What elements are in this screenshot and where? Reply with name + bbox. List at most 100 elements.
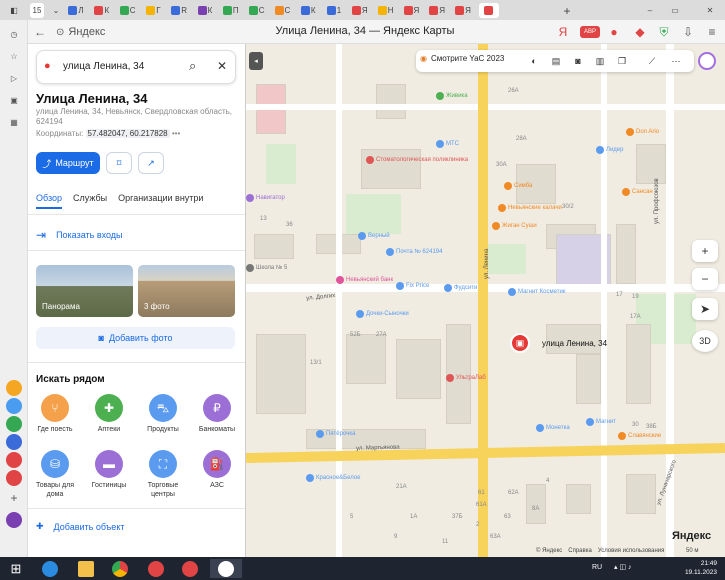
settings-menu-icon[interactable]: ≡ [704, 24, 720, 40]
map-poi[interactable]: Сансан [622, 188, 653, 196]
photos-thumbnail[interactable]: 3 фото [138, 265, 235, 317]
downloads-icon[interactable]: ⇩ [680, 24, 696, 40]
yandex-icon[interactable]: Я [555, 24, 571, 40]
search-box[interactable]: ● улица Ленина, 34 ⌕ ✕ [36, 50, 236, 84]
route-button[interactable]: ⤴ Маршрут [36, 152, 100, 174]
nearby-category[interactable]: ⛽ АЗС [190, 450, 244, 490]
more-icon[interactable]: ⋯ [670, 55, 682, 67]
map-poi[interactable]: Магнит Косметик [508, 288, 566, 296]
nearby-category[interactable]: ⑂ Где поесть [28, 394, 82, 434]
map-poi[interactable]: Почта № 624194 [386, 248, 442, 256]
traffic-icon[interactable]: ▤ [550, 55, 562, 67]
browser-tab[interactable]: Я [427, 3, 447, 18]
map-poi[interactable]: Монетка [536, 424, 570, 432]
maps-icon[interactable] [6, 452, 22, 468]
add-object-link[interactable]: ✚ Добавить объект [36, 521, 124, 532]
extension-icon[interactable]: ◆ [632, 24, 648, 40]
map-poi[interactable]: Славянские [618, 432, 661, 440]
panorama-icon[interactable]: ◙ [572, 55, 584, 67]
search-icon[interactable]: ⌕ [189, 58, 196, 74]
browser-tab[interactable]: Я [350, 3, 370, 18]
nearby-category[interactable]: ₽ Банкоматы [190, 394, 244, 434]
map-poi[interactable]: Фудсити [444, 284, 477, 292]
map-poi[interactable]: Навигатор [246, 194, 285, 202]
map-poi[interactable]: Симба [504, 182, 532, 190]
search-input[interactable]: улица Ленина, 34 [63, 61, 144, 72]
ie-icon[interactable] [36, 559, 64, 578]
restore-icon[interactable]: ▭ [665, 3, 685, 18]
location-pin-marker[interactable]: ▣ [510, 333, 530, 353]
messenger-icon[interactable] [6, 434, 22, 450]
nearby-category[interactable]: ▬ Гостиницы [82, 450, 136, 490]
browser-tab[interactable]: Я [453, 3, 473, 18]
browser-tab[interactable]: 1 [324, 3, 344, 18]
browser-tab[interactable]: С [272, 3, 292, 18]
new-tab-button[interactable]: + [557, 3, 577, 18]
zoom-out-button[interactable]: − [692, 268, 718, 290]
share-button[interactable]: ↗ [138, 152, 164, 174]
history-icon[interactable]: ◷ [6, 26, 22, 42]
browser-tab[interactable]: К [195, 3, 215, 18]
nearby-category[interactable]: ⛁ Товары для дома [28, 450, 82, 499]
layers-icon[interactable]: ◐ [528, 55, 540, 67]
3d-button[interactable]: 3D [692, 330, 718, 352]
show-entrances-link[interactable]: ⇥ Показать входы [36, 228, 123, 242]
map-poi[interactable]: МТС [436, 140, 459, 148]
browser-tab[interactable]: С [118, 3, 138, 18]
minimize-icon[interactable]: – [640, 3, 660, 18]
map-poi[interactable]: Верный [358, 232, 390, 240]
shield-icon[interactable]: ⛨ [656, 24, 672, 40]
nearby-category[interactable]: ⛍ Продукты [136, 394, 190, 434]
browser-tab[interactable]: К [92, 3, 112, 18]
app-icon[interactable] [6, 398, 22, 414]
back-arrow-icon[interactable]: ← [32, 24, 48, 40]
browser-tab[interactable]: С [247, 3, 267, 18]
map-poi[interactable]: Школа № 5 [246, 264, 287, 272]
profile-avatar[interactable] [698, 52, 716, 70]
map-poi[interactable]: Пятёрочка [316, 430, 355, 438]
map-poi[interactable]: УльтраЛаб [446, 374, 486, 382]
folder-icon[interactable] [72, 559, 100, 578]
extension-icon[interactable]: ● [606, 24, 622, 40]
windows-start-icon[interactable]: ⊞ [2, 559, 30, 578]
zoom-in-button[interactable]: + [692, 240, 718, 262]
map-canvas[interactable]: ул. Ленина ул. Мартьянова ул. Долгих ул. Пр… [246, 44, 725, 557]
coordinates-value[interactable]: 57.482047, 60.217828 [85, 129, 170, 138]
ruler-icon[interactable]: ⟋ [646, 55, 658, 67]
nearby-category[interactable]: ✚ Аптеки [82, 394, 136, 434]
map-poi[interactable]: Невьянский банк [336, 276, 393, 284]
play-icon[interactable]: ▷ [6, 70, 22, 86]
tab-organizations[interactable]: Организации внутри [118, 193, 203, 209]
map-poi[interactable]: Жиган Суши [492, 222, 537, 230]
map-poi[interactable]: Don Ario [626, 128, 659, 136]
yandex-browser-icon[interactable] [142, 559, 170, 578]
transport-icon[interactable]: ▥ [594, 55, 606, 67]
abp-extension-icon[interactable]: ABP [580, 26, 600, 38]
map-poi[interactable]: Стоматологическая поликлиника [366, 156, 468, 164]
chrome-icon[interactable] [106, 559, 134, 578]
yandex-browser-active-icon[interactable] [210, 559, 242, 578]
terms-link[interactable]: Условия использования [598, 548, 665, 554]
bookmarks-icon[interactable]: ☆ [6, 48, 22, 64]
browser-tab[interactable]: Л [66, 3, 86, 18]
tab-counter[interactable]: 15 [30, 3, 44, 18]
browser-menu-icon[interactable]: ◧ [4, 3, 24, 18]
clear-icon[interactable]: ✕ [217, 59, 227, 73]
tabs-dropdown-icon[interactable]: ⌄ [46, 3, 66, 18]
app-icon[interactable] [176, 559, 204, 578]
add-app-icon[interactable]: + [6, 490, 22, 506]
promo-banner[interactable]: ◉ Смотрите YaC 2023 [420, 54, 504, 63]
clock[interactable]: 21:49 19.11.2023 [685, 559, 717, 577]
add-photo-button[interactable]: ◙ Добавить фото [36, 327, 235, 349]
coordinates-more-icon[interactable]: ••• [172, 129, 180, 138]
map-poi[interactable]: Fix Price [396, 282, 429, 290]
app-icon[interactable] [6, 380, 22, 396]
bookmark-button[interactable]: ⌑ [106, 152, 132, 174]
browser-tab[interactable]: Н [376, 3, 396, 18]
browser-tab[interactable]: П [221, 3, 241, 18]
collapse-panel-button[interactable]: ◂ [249, 52, 263, 70]
language-indicator[interactable]: RU [592, 564, 602, 571]
app-icon[interactable] [6, 416, 22, 432]
map-poi[interactable]: Лидер [596, 146, 623, 154]
map-poi[interactable]: Магнит [586, 418, 616, 426]
